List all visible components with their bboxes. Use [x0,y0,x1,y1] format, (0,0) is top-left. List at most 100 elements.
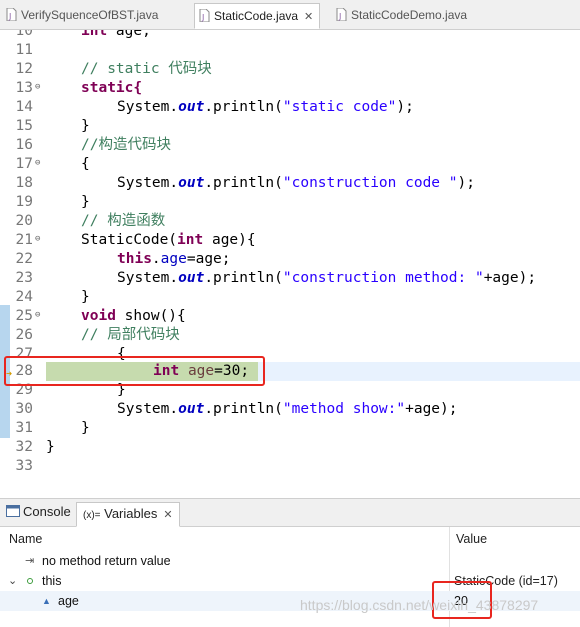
highlight-box [4,356,265,386]
console-icon [6,505,20,517]
code-editor[interactable]: 10 int age; 11 12// static 代码块 13 ⊖ static{… [0,30,580,492]
variable-name: no method return value [42,554,171,568]
line-number: 24 [15,289,33,305]
line-number: 21 [15,232,33,248]
line-text: // 局部代码块 [81,327,180,343]
variable-row[interactable]: ⇥ no method return value [0,551,580,571]
variable-name: age [58,594,79,608]
code-line: 18 System.out.println("construction code … [0,174,580,193]
field-triangle-icon: ▲ [42,596,51,606]
chevron-down-icon[interactable]: ⌄ [8,571,17,591]
line-number: 18 [15,175,33,191]
line-number: 22 [15,251,33,267]
tab-label: StaticCodeDemo.java [351,8,468,22]
line-text: StaticCode(int age){ [81,232,256,248]
line-text: static{ [81,80,143,96]
line-text: } [81,194,90,210]
line-text: } [46,439,55,455]
line-text: this.age=age; [117,251,231,267]
code-line: 13 ⊖ static{ [0,79,580,98]
code-line: 21 ⊖ StaticCode(int age){ [0,231,580,250]
code-line: 10 int age; [0,30,580,41]
code-line: 12 // static 代码块 [0,60,580,79]
line-number: 14 [15,99,33,115]
fold-toggle-icon[interactable]: ⊖ [35,155,40,172]
code-line: 15} [0,117,580,136]
tab-static-code[interactable]: J StaticCode.java ✕ [194,3,321,29]
return-value-icon: ⇥ [25,555,35,567]
variables-icon: (x)= [83,510,101,521]
svg-text:J: J [201,13,204,22]
tab-label: StaticCode.java [214,9,299,23]
line-number: 32 [15,439,33,455]
line-number: 15 [15,118,33,134]
line-text: // static 代码块 [81,61,212,77]
code-line: 20 // 构造函数 [0,212,580,231]
column-header-name[interactable]: Name [9,527,42,551]
line-number: 13 [15,80,33,96]
line-text: System.out.println("construction code ")… [117,175,475,191]
line-number: 23 [15,270,33,286]
tab-console[interactable]: Console [6,504,71,519]
code-line: 17 ⊖ { [0,155,580,174]
tab-label: VerifySquenceOfBST.java [21,8,159,22]
line-number: 17 [15,156,33,172]
java-file-icon: J [336,8,347,21]
line-number: 26 [15,327,33,343]
line-number: 16 [15,137,33,153]
svg-text:J: J [338,12,341,21]
code-line: 26 // 局部代码块 [0,326,580,345]
line-text: int age; [81,30,151,39]
close-icon[interactable]: ✕ [163,504,172,526]
watermark: https://blog.csdn.net/weixin_43878297 [300,597,539,613]
fold-toggle-icon[interactable]: ⊖ [35,231,40,248]
object-field-icon [27,578,33,584]
tab-label: Variables [104,506,158,521]
line-text: System.out.println("construction method:… [117,270,537,286]
line-text: } [81,289,90,305]
close-icon[interactable]: ✕ [304,5,313,29]
code-line: 24} [0,288,580,307]
line-number: 10 [15,30,33,39]
fold-toggle-icon[interactable]: ⊖ [35,307,40,324]
line-text: { [81,156,90,172]
variable-row[interactable]: ⌄ this StaticCode (id=17) [0,571,580,591]
code-line: 31} [0,419,580,438]
svg-text:J: J [8,12,11,21]
editor-tab-bar: J VerifySquenceOfBST.java J StaticCode.jav… [0,0,580,30]
code-line: 22 this.age=age; [0,250,580,269]
code-line: 30 System.out.println("method show:"+age)… [0,400,580,419]
line-number: 12 [15,61,33,77]
code-line: 25 ⊖ void show(){ [0,307,580,326]
code-line: 23 System.out.println("construction metho… [0,269,580,288]
line-text: // 构造函数 [81,213,166,229]
code-line: 33 [0,457,580,476]
panel-tab-bar: Console (x)= Variables ✕ [0,499,580,527]
line-number: 20 [15,213,33,229]
line-number: 11 [15,42,33,58]
line-text: System.out.println("method show:"+age); [117,401,458,417]
line-number: 33 [15,458,33,474]
line-number: 25 [15,308,33,324]
line-number: 30 [15,401,33,417]
line-text: } [81,118,90,134]
tab-label: Console [23,504,71,519]
tab-verify-squence-of-bst[interactable]: J VerifySquenceOfBST.java [6,4,158,26]
fold-toggle-icon[interactable]: ⊖ [35,79,40,96]
code-line: 16 //构造代码块 [0,136,580,155]
code-line: 11 [0,41,580,60]
line-text: void show(){ [81,308,186,324]
java-file-icon: J [199,9,210,22]
tab-static-code-demo[interactable]: J StaticCodeDemo.java [336,4,467,26]
tab-variables[interactable]: (x)= Variables ✕ [76,502,180,527]
code-line: 14 System.out.println("static code"); [0,98,580,117]
line-number: 19 [15,194,33,210]
line-text: } [81,420,90,436]
code-line: 19} [0,193,580,212]
line-number: 31 [15,420,33,436]
line-text: //构造代码块 [81,137,171,153]
java-file-icon: J [6,8,17,21]
line-text: System.out.println("static code"); [117,99,414,115]
code-line: 32} [0,438,580,457]
column-header-value[interactable]: Value [456,527,487,551]
